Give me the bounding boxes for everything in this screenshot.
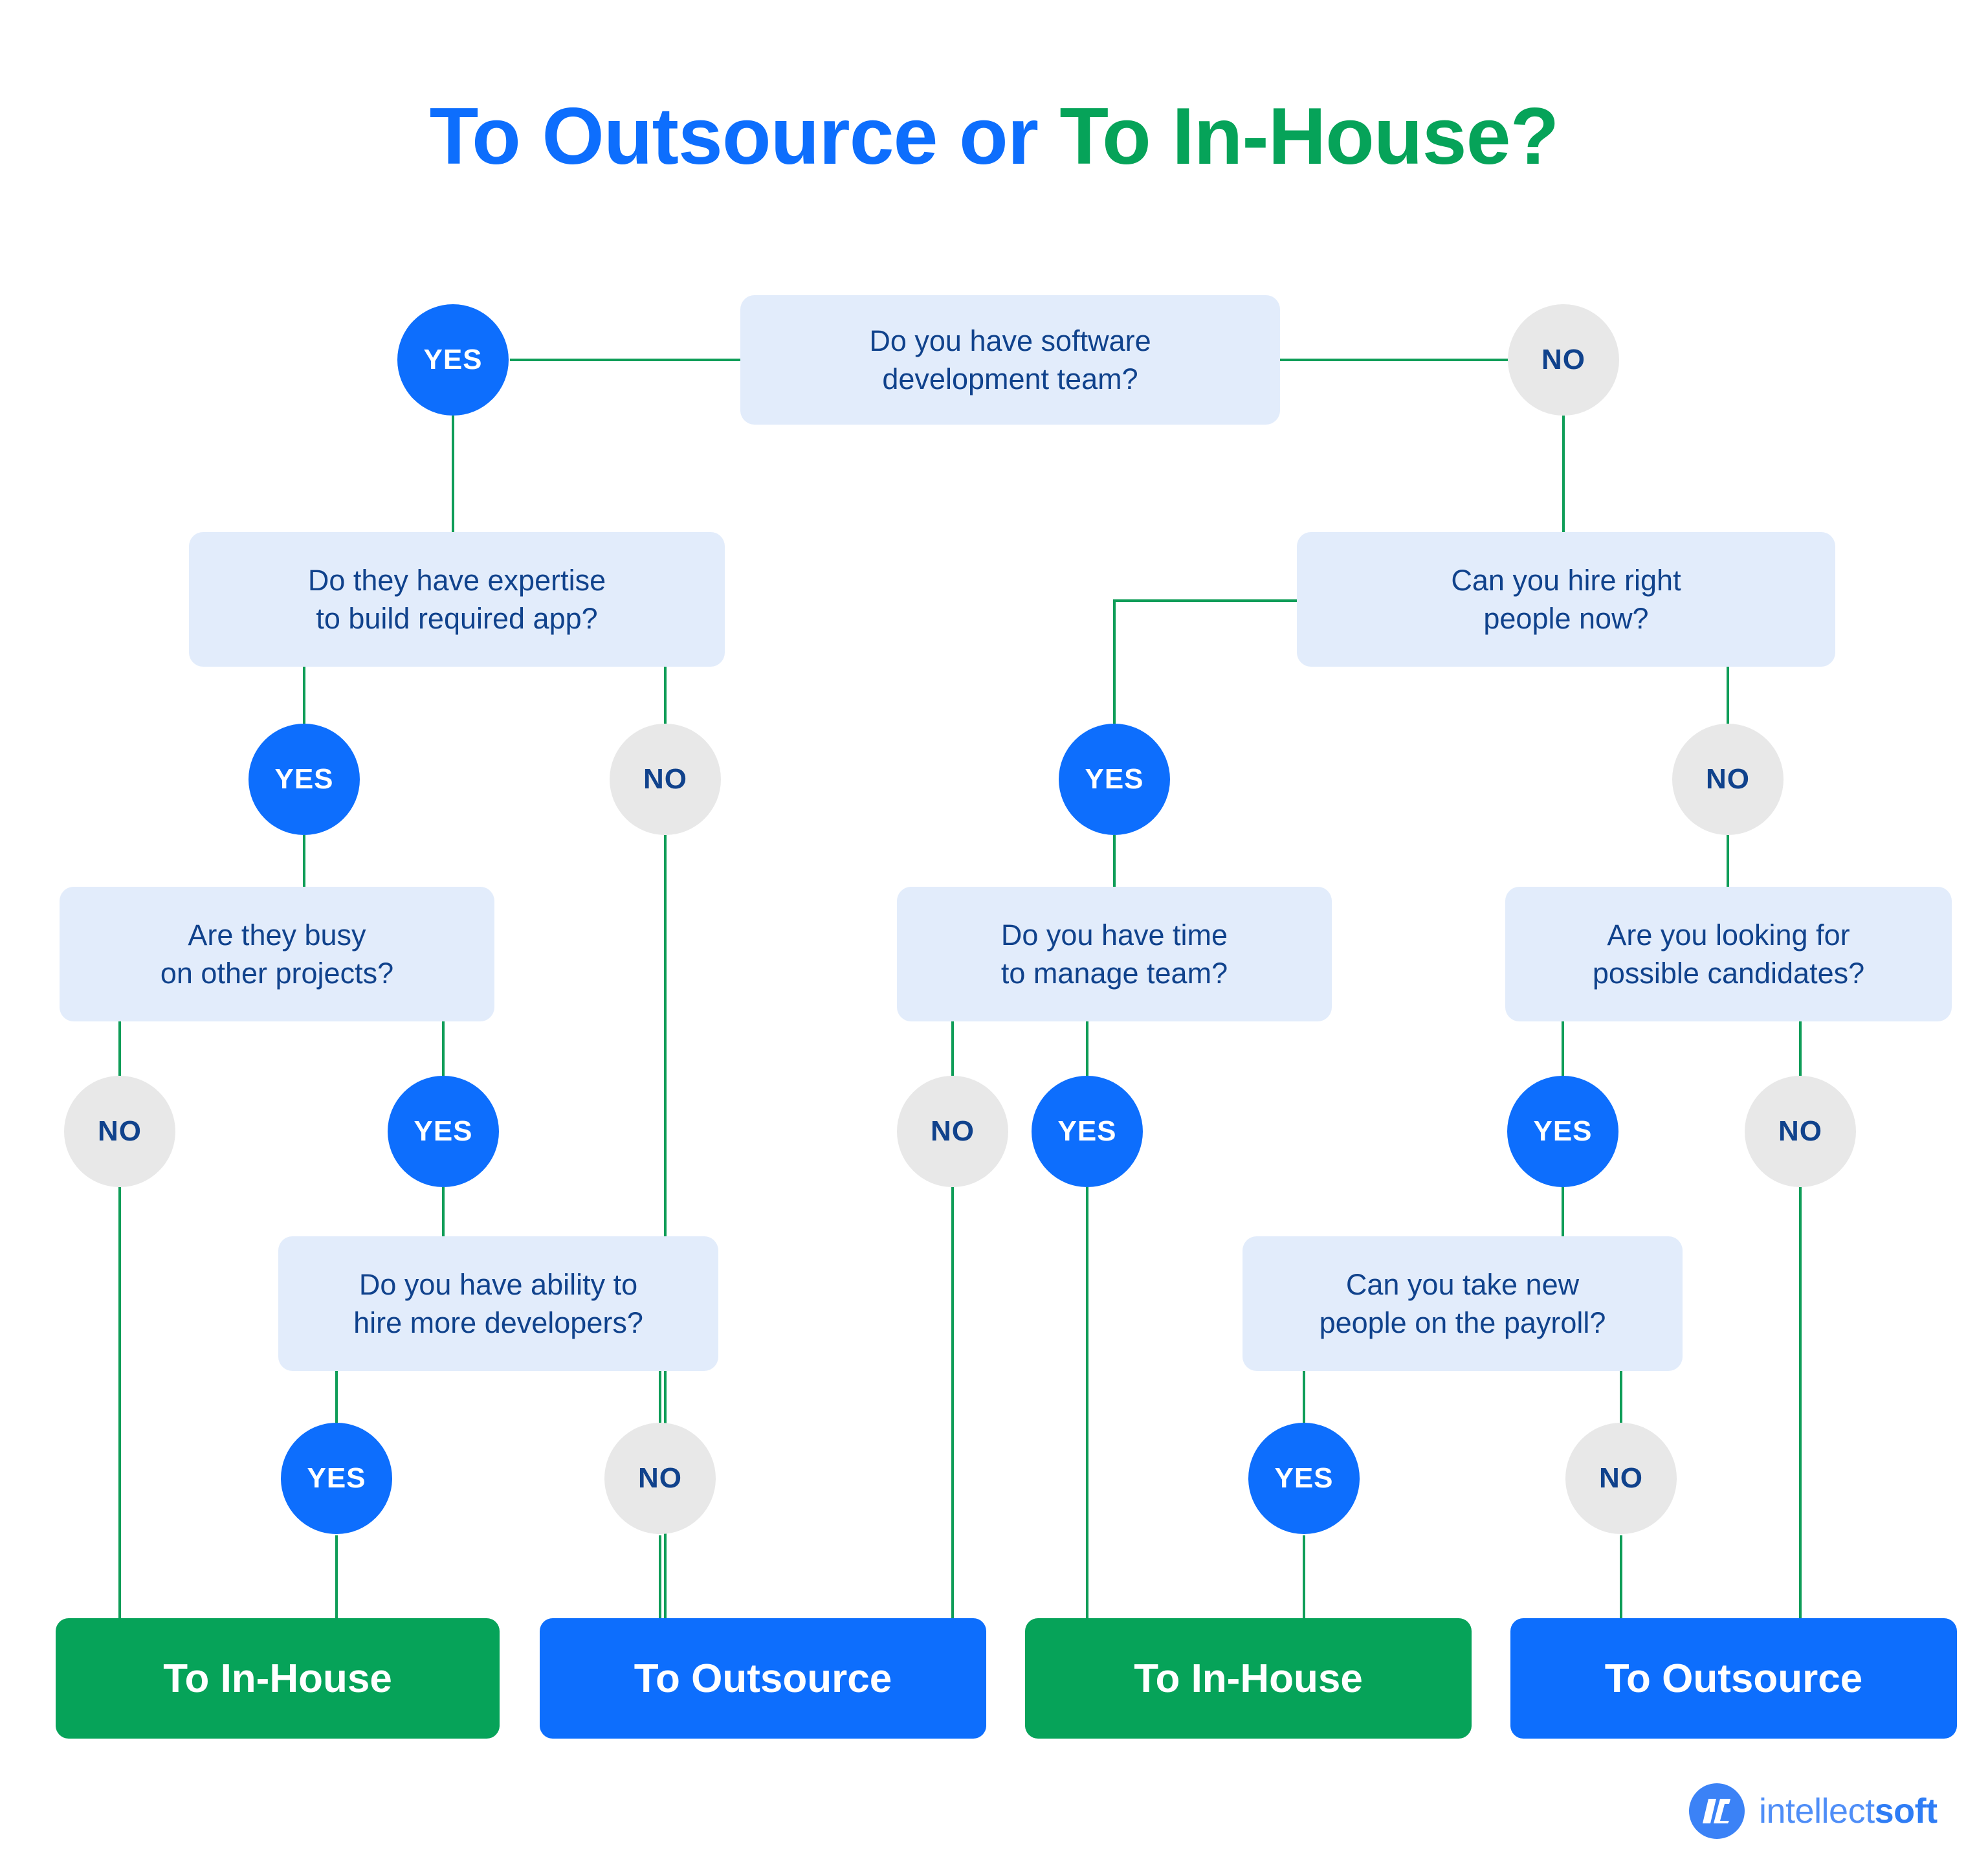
node-label: YES	[274, 763, 334, 795]
question-line-1: Do you have ability to	[359, 1267, 638, 1301]
node-label: YES	[1274, 1462, 1334, 1494]
node-q6-yes[interactable]: YES	[1507, 1076, 1618, 1187]
question-line-2: possible candidates?	[1592, 957, 1865, 990]
question-line-1: Do they have expertise	[307, 563, 606, 597]
question-line-2: to build required app?	[316, 602, 598, 635]
question-line-1: Do you have time	[1000, 918, 1228, 952]
node-q1-no[interactable]: NO	[1508, 304, 1619, 416]
brand-logo: intellectsoft	[1689, 1783, 1938, 1839]
node-q2-yes[interactable]: YES	[248, 724, 360, 835]
brand-name-light: intellect	[1759, 1792, 1875, 1831]
question-line-2: hire more developers?	[353, 1306, 643, 1339]
node-label: NO	[638, 1462, 682, 1494]
question-line-2: to manage team?	[1000, 957, 1228, 990]
node-label: NO	[98, 1115, 142, 1147]
node-label: YES	[307, 1462, 366, 1494]
node-q5-yes[interactable]: YES	[1032, 1076, 1143, 1187]
question-line-2: development team?	[882, 362, 1138, 395]
result-label: To In-House	[163, 1656, 392, 1701]
node-q1-yes[interactable]: YES	[397, 304, 509, 416]
brand-name-bold: soft	[1874, 1792, 1938, 1831]
result-box-outsource-left[interactable]: To Outsource	[540, 1618, 986, 1739]
node-q3-yes[interactable]: YES	[1059, 724, 1170, 835]
node-label: YES	[423, 344, 483, 375]
node-label: NO	[1541, 344, 1585, 375]
result-box-outsource-right[interactable]: To Outsource	[1510, 1618, 1957, 1739]
node-q5-no[interactable]: NO	[897, 1076, 1008, 1187]
question-box-software-team[interactable]: Do you have software development team?	[740, 295, 1280, 425]
question-line-2: on other projects?	[160, 957, 394, 990]
question-box-possible-candidates[interactable]: Are you looking for possible candidates?	[1505, 887, 1952, 1021]
node-q3-no[interactable]: NO	[1672, 724, 1784, 835]
node-label: YES	[1533, 1115, 1593, 1147]
node-label: NO	[1706, 763, 1750, 795]
question-box-new-people-payroll[interactable]: Can you take new people on the payroll?	[1242, 1236, 1683, 1371]
question-line-1: Can you take new	[1345, 1267, 1580, 1301]
node-q7-no[interactable]: NO	[604, 1423, 716, 1534]
question-box-hire-right-people[interactable]: Can you hire right people now?	[1297, 532, 1835, 667]
question-box-time-manage-team[interactable]: Do you have time to manage team?	[897, 887, 1332, 1021]
question-line-1: Do you have software	[869, 324, 1151, 357]
node-q6-no[interactable]: NO	[1745, 1076, 1856, 1187]
brand-name: intellectsoft	[1759, 1791, 1938, 1831]
node-label: NO	[1599, 1462, 1643, 1494]
question-box-busy-projects[interactable]: Are they busy on other projects?	[60, 887, 494, 1021]
node-q8-yes[interactable]: YES	[1248, 1423, 1360, 1534]
node-q7-yes[interactable]: YES	[281, 1423, 392, 1534]
result-label: To Outsource	[1604, 1656, 1863, 1701]
node-q4-no[interactable]: NO	[64, 1076, 175, 1187]
node-q4-yes[interactable]: YES	[388, 1076, 499, 1187]
result-label: To In-House	[1134, 1656, 1363, 1701]
question-line-2: people now?	[1483, 602, 1649, 635]
infographic-canvas: To Outsource or To In-House? YES Do you …	[0, 0, 1988, 1870]
node-label: YES	[414, 1115, 473, 1147]
node-label: NO	[643, 763, 687, 795]
question-line-2: people on the payroll?	[1319, 1306, 1606, 1339]
question-line-1: Are you looking for	[1607, 918, 1850, 952]
node-q2-no[interactable]: NO	[610, 724, 721, 835]
question-box-hire-more-developers[interactable]: Do you have ability to hire more develop…	[278, 1236, 718, 1371]
node-label: YES	[1057, 1115, 1117, 1147]
result-box-in-house-left[interactable]: To In-House	[56, 1618, 500, 1739]
node-label: YES	[1085, 763, 1144, 795]
result-label: To Outsource	[634, 1656, 892, 1701]
question-line-1: Are they busy	[188, 918, 366, 952]
node-label: NO	[931, 1115, 975, 1147]
node-q8-no[interactable]: NO	[1565, 1423, 1677, 1534]
question-line-1: Can you hire right	[1451, 563, 1681, 597]
intellectsoft-mark-icon	[1689, 1783, 1745, 1839]
question-box-expertise[interactable]: Do they have expertise to build required…	[189, 532, 725, 667]
result-box-in-house-right[interactable]: To In-House	[1025, 1618, 1472, 1739]
node-label: NO	[1778, 1115, 1822, 1147]
